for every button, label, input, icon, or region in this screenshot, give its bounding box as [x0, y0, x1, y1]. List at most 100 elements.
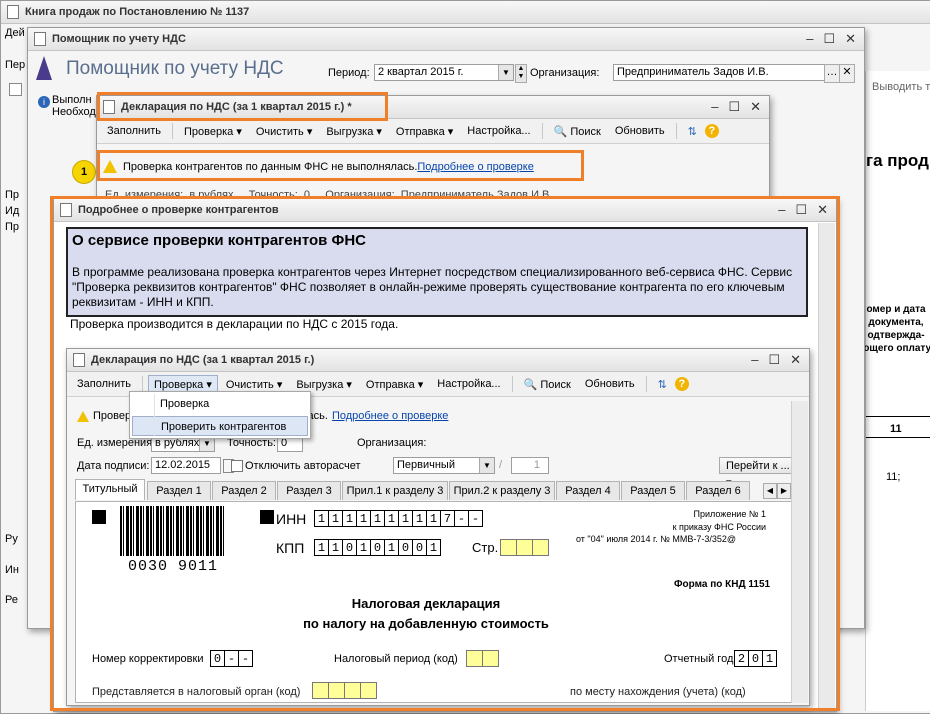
correction-digit-cell[interactable]: - [224, 650, 239, 667]
inn-digit-cell[interactable]: - [454, 510, 469, 527]
inn-digit-cell[interactable]: 1 [398, 510, 413, 527]
close-icon[interactable]: ✕ [790, 352, 801, 368]
tab-section-2[interactable]: Раздел 2 [212, 481, 276, 500]
type-select[interactable]: Первичный ▼ [393, 457, 495, 474]
minimize-icon[interactable]: – [711, 99, 718, 115]
tax-office-cell[interactable] [328, 682, 345, 699]
tab-scroll-left-icon[interactable]: ◀ [763, 483, 777, 499]
chevron-down-icon[interactable]: ▼ [498, 65, 513, 80]
correction-cells[interactable]: 0-- [210, 650, 253, 667]
inn-digit-cell[interactable]: 1 [342, 510, 357, 527]
kpp-digit-cell[interactable]: 0 [398, 539, 413, 556]
refresh-button[interactable]: Обновить [609, 122, 671, 140]
settings-button[interactable]: Настройка... [461, 122, 536, 140]
kpp-digit-cell[interactable]: 1 [426, 539, 441, 556]
output-button[interactable]: Выводить то [872, 81, 930, 93]
settings-button[interactable]: Настройка... [431, 375, 506, 393]
tab-section-5[interactable]: Раздел 5 [621, 481, 685, 500]
send-menu[interactable]: Отправка ▾ [390, 122, 459, 141]
report-year-digit-cell[interactable]: 2 [734, 650, 749, 667]
kpp-digit-cell[interactable]: 1 [314, 539, 329, 556]
menu-item-check[interactable]: Проверка [130, 394, 310, 414]
help-icon[interactable]: ? [704, 124, 719, 138]
kpp-digit-cell[interactable]: 1 [356, 539, 371, 556]
tab-appendix-2[interactable]: Прил.2 к разделу 3 [449, 481, 555, 500]
tax-office-cells[interactable] [312, 682, 377, 702]
inn-digit-cell[interactable]: 1 [314, 510, 329, 527]
minimize-icon[interactable]: – [806, 31, 813, 47]
kpp-digit-cell[interactable]: 1 [384, 539, 399, 556]
left-checkbox[interactable] [9, 83, 22, 96]
kpp-digit-cell[interactable]: 0 [412, 539, 427, 556]
clear-menu[interactable]: Очистить ▾ [250, 122, 318, 141]
declaration-scrollbar[interactable] [791, 401, 808, 703]
search-button[interactable]: 🔍 Поиск [518, 375, 577, 394]
inn-digit-cell[interactable]: 1 [370, 510, 385, 527]
page-cell[interactable] [500, 539, 517, 556]
sort-icon[interactable]: ⇅ [652, 375, 673, 394]
inn-digit-cell[interactable]: 1 [412, 510, 427, 527]
minimize-icon[interactable]: – [751, 352, 758, 368]
inn-digit-cell[interactable]: 1 [426, 510, 441, 527]
report-year-digit-cell[interactable]: 1 [762, 650, 777, 667]
kpp-cells[interactable]: 110101001 [314, 539, 441, 556]
tax-period-cell[interactable] [466, 650, 483, 667]
tab-scroll-right-icon[interactable]: ▶ [777, 483, 791, 499]
kpp-digit-cell[interactable]: 1 [328, 539, 343, 556]
inn-cells[interactable]: 1111111117-- [314, 510, 483, 527]
number-field[interactable]: 1 [511, 457, 549, 474]
page-cells[interactable] [500, 539, 549, 559]
tax-office-cell[interactable] [344, 682, 361, 699]
tax-office-cell[interactable] [360, 682, 377, 699]
page-cell[interactable] [516, 539, 533, 556]
tab-section-1[interactable]: Раздел 1 [147, 481, 211, 500]
clear-icon[interactable]: ✕ [839, 64, 855, 83]
inn-digit-cell[interactable]: - [468, 510, 483, 527]
maximize-icon[interactable]: ☐ [795, 202, 807, 218]
organization-field[interactable]: Предприниматель Задов И.В. [613, 64, 840, 81]
page-cell[interactable] [532, 539, 549, 556]
fill-button[interactable]: Заполнить [101, 122, 167, 140]
maximize-icon[interactable]: ☐ [728, 99, 740, 115]
tab-section-4[interactable]: Раздел 4 [556, 481, 620, 500]
export-menu[interactable]: Выгрузка ▾ [320, 122, 388, 141]
tab-appendix-1[interactable]: Прил.1 к разделу 3 [342, 481, 448, 500]
tab-title-page[interactable]: Титульный [75, 479, 145, 500]
maximize-icon[interactable]: ☐ [823, 31, 835, 47]
period-spinner-icon[interactable]: ▲ ▼ [515, 64, 527, 83]
fill-button[interactable]: Заполнить [71, 375, 137, 393]
sort-icon[interactable]: ⇅ [682, 122, 703, 141]
chevron-down-icon[interactable]: ▼ [479, 458, 494, 473]
inn-digit-cell[interactable]: 1 [328, 510, 343, 527]
search-button[interactable]: 🔍 Поиск [548, 122, 607, 141]
inn-digit-cell[interactable]: 1 [384, 510, 399, 527]
autocalc-checkbox[interactable] [231, 460, 243, 472]
report-year-digit-cell[interactable]: 0 [748, 650, 763, 667]
correction-digit-cell[interactable]: - [238, 650, 253, 667]
menu-item-check-counterparties[interactable]: Проверить контрагентов [132, 416, 308, 436]
kpp-digit-cell[interactable]: 0 [370, 539, 385, 556]
details-scrollbar[interactable] [818, 223, 835, 709]
tab-section-3[interactable]: Раздел 3 [277, 481, 341, 500]
close-icon[interactable]: ✕ [817, 202, 828, 218]
refresh-button[interactable]: Обновить [579, 375, 641, 393]
minimize-icon[interactable]: – [778, 202, 785, 218]
check-menu[interactable]: Проверка ▾ [178, 122, 248, 141]
details-link[interactable]: Подробнее о проверке [417, 161, 533, 173]
correction-digit-cell[interactable]: 0 [210, 650, 225, 667]
tax-office-cell[interactable] [312, 682, 329, 699]
send-menu[interactable]: Отправка ▾ [360, 375, 429, 394]
kpp-digit-cell[interactable]: 0 [342, 539, 357, 556]
sign-date-field[interactable]: 12.02.2015 [151, 457, 221, 474]
tax-period-cells[interactable] [466, 650, 499, 670]
help-icon[interactable]: ? [674, 377, 689, 391]
close-icon[interactable]: ✕ [845, 31, 856, 47]
tab-section-6[interactable]: Раздел 6 [686, 481, 750, 500]
tax-period-cell[interactable] [482, 650, 499, 667]
maximize-icon[interactable]: ☐ [768, 352, 780, 368]
goto-button[interactable]: Перейти к ... ▾ [719, 457, 797, 489]
close-icon[interactable]: ✕ [750, 99, 761, 115]
details-link[interactable]: Подробнее о проверке [332, 410, 448, 422]
inn-digit-cell[interactable]: 1 [356, 510, 371, 527]
report-year-cells[interactable]: 201 [734, 650, 777, 667]
